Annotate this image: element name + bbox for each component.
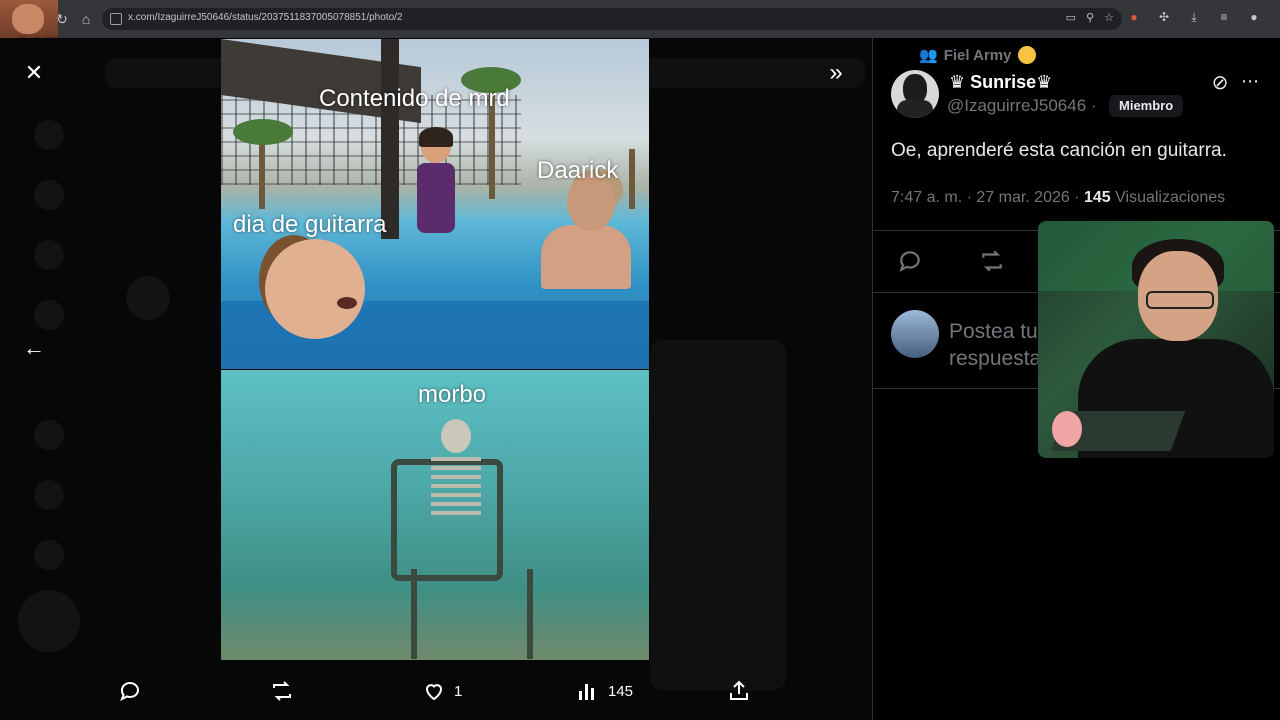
background-nav-icon (34, 480, 64, 510)
profile-icon[interactable]: ● (1246, 10, 1262, 25)
browser-menu-icon[interactable]: ⋮ (1276, 10, 1280, 25)
extensions-puzzle-icon[interactable]: ✣ (1156, 10, 1172, 25)
more-options-icon[interactable]: ⋯ (1239, 72, 1261, 94)
url-text[interactable]: x.com/IzaguirreJ50646/status/20375118370… (128, 12, 402, 23)
background-nav-icon (34, 180, 64, 210)
community-label[interactable]: 👥 Fiel Army (919, 46, 1036, 64)
background-media-card (650, 340, 786, 690)
sticker-icon (1052, 411, 1082, 447)
views-button[interactable]: 145 (576, 676, 633, 706)
home-icon[interactable]: ⌂ (76, 9, 96, 29)
like-button[interactable]: 1 (422, 676, 462, 706)
background-nav-icon (34, 240, 64, 270)
reply-button[interactable] (118, 676, 142, 706)
heart-icon (425, 684, 443, 701)
meme-caption-top: Contenido de mrd (319, 85, 510, 112)
emoji-icon (1017, 46, 1036, 64)
author-avatar[interactable] (891, 70, 939, 118)
extension-red-icon[interactable]: ● (1126, 10, 1142, 25)
webcam-overlay (1038, 221, 1274, 458)
post-image[interactable]: Contenido de mrd Daarick dia de guitarra… (221, 39, 649, 660)
member-badge: Miembro (1109, 95, 1184, 117)
post-timestamp[interactable]: 7:47 a. m. · 27 mar. 2026 · (891, 189, 1084, 206)
post-text: Oe, aprenderé esta canción en guitarra. (891, 140, 1227, 161)
background-nav-icon (34, 420, 64, 450)
meme-caption-daarick: Daarick (537, 157, 619, 184)
close-icon[interactable]: ✕ (22, 61, 46, 85)
grok-icon[interactable]: ⊘ (1209, 72, 1231, 94)
bookmark-star-icon[interactable]: ☆ (1104, 11, 1114, 24)
author-handle[interactable]: @IzaguirreJ50646 · (947, 96, 1097, 116)
share-icon (730, 680, 748, 700)
background-nav-icon (34, 300, 64, 330)
address-bar[interactable]: x.com/IzaguirreJ50646/status/20375118370… (102, 8, 1122, 30)
current-user-avatar (891, 310, 939, 358)
repost-button[interactable] (270, 676, 294, 706)
download-icon[interactable]: ⤓ (1186, 10, 1202, 25)
reply-input[interactable]: Postea tu respuesta (949, 318, 1039, 372)
like-count: 1 (454, 682, 463, 700)
arrow-left-icon[interactable]: ← (22, 336, 46, 360)
browser-toolbar: ↻ ⌂ x.com/IzaguirreJ50646/status/2037511… (0, 0, 1280, 39)
meme-skeleton (371, 419, 533, 659)
repost-icon (273, 681, 291, 701)
zoom-icon[interactable]: ⚲ (1086, 11, 1094, 24)
views-count: 145 (608, 682, 634, 700)
share-button[interactable] (727, 676, 751, 706)
double-chevron-right-icon[interactable]: » (823, 61, 849, 87)
meme-caption-bottom: morbo (418, 381, 487, 408)
media-control-icon[interactable]: ≡ (1216, 10, 1232, 25)
meme-top-panel: Contenido de mrd Daarick dia de guitarra (221, 39, 649, 369)
background-nav-icon (34, 120, 64, 150)
cast-icon[interactable]: ▭ (1066, 11, 1076, 24)
reply-icon (120, 682, 139, 702)
analytics-bar-icon (579, 684, 594, 700)
background-nav-icon (34, 540, 64, 570)
streamer-avatar (0, 0, 58, 40)
people-icon: 👥 (919, 47, 938, 64)
post-meta: 7:47 a. m. · 27 mar. 2026 · 145 Visualiz… (891, 189, 1225, 207)
author-name[interactable]: ♛ Sunrise♛ (949, 72, 1052, 93)
site-info-icon[interactable] (110, 13, 122, 25)
background-post-button (18, 590, 80, 652)
background-avatar (126, 276, 170, 320)
meme-caption-guitar-day: dia de guitarra (233, 211, 387, 238)
post-views-count: 145 (1083, 189, 1111, 206)
media-action-bar: 1 145 (0, 676, 872, 710)
repost-icon[interactable] (979, 248, 1005, 274)
reply-icon[interactable] (897, 248, 923, 274)
media-viewer: ✕ ← » Contenido de mrd Daarick dia de gu… (0, 38, 872, 720)
post-views-label: Visualizaciones (1110, 189, 1226, 206)
community-name: Fiel Army (943, 46, 1012, 64)
